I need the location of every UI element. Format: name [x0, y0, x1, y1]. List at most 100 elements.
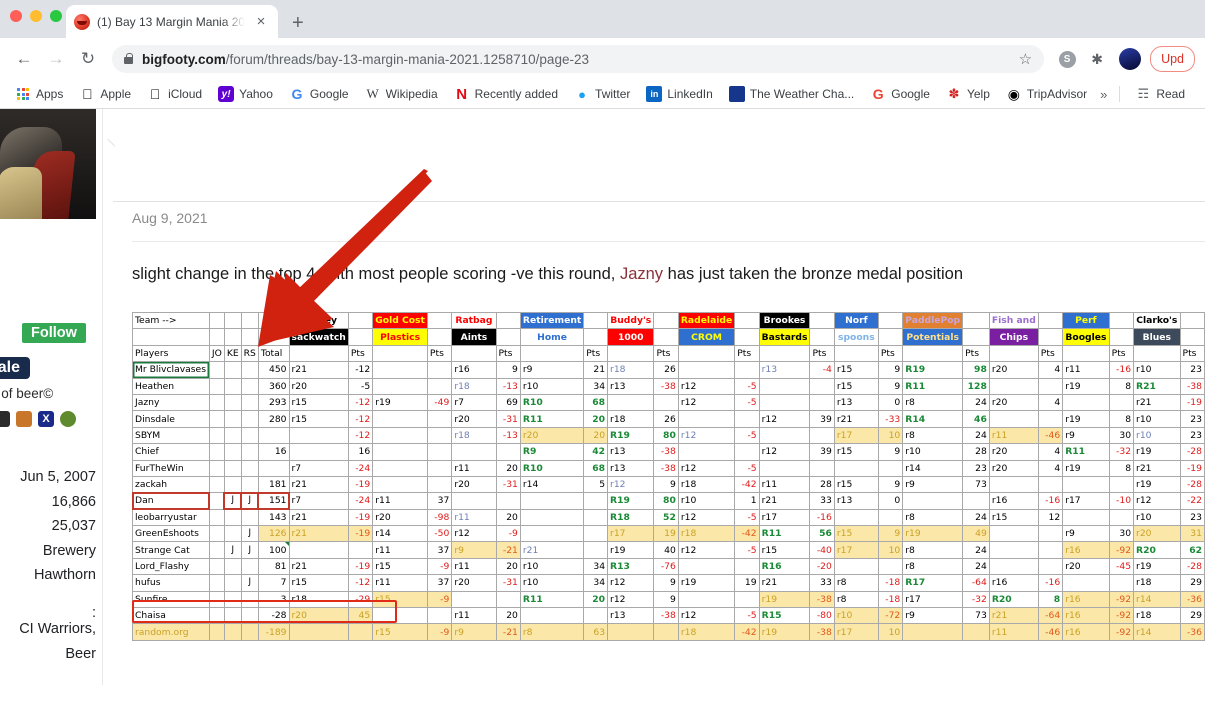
pts-cell[interactable]: 42: [583, 443, 609, 461]
pts-cell[interactable]: [962, 492, 990, 510]
total-cell[interactable]: -189: [257, 623, 290, 641]
pts-cell[interactable]: -5: [734, 607, 760, 625]
pick-cell[interactable]: r21: [288, 475, 349, 494]
total-cell[interactable]: 360: [257, 377, 290, 395]
pts-cell[interactable]: 80: [653, 426, 679, 445]
pts-cell[interactable]: -19: [347, 475, 374, 494]
pick-cell[interactable]: [288, 426, 349, 445]
pts-cell[interactable]: 9: [877, 443, 904, 461]
total-cell[interactable]: 181: [257, 475, 290, 494]
pick-cell[interactable]: r10: [519, 557, 585, 576]
pts-cell[interactable]: 69: [495, 393, 521, 412]
pts-cell[interactable]: [1108, 393, 1135, 412]
pts-cell[interactable]: 10: [877, 541, 904, 559]
pts-cell[interactable]: 10: [877, 426, 904, 445]
pts-cell[interactable]: 29: [1179, 607, 1205, 625]
pts-cell[interactable]: -46: [1037, 426, 1064, 445]
pick-cell[interactable]: [988, 557, 1039, 576]
pick-cell[interactable]: r18: [677, 623, 736, 641]
pick-cell[interactable]: r7: [451, 393, 497, 412]
pts-cell[interactable]: [877, 557, 904, 576]
pts-cell[interactable]: -76: [653, 557, 679, 576]
table-row[interactable]: Dinsdale 280 r15 -12 r20 -31 R11 20 r18 26 r12 39 r2…: [132, 410, 1205, 428]
pts-cell[interactable]: -22: [1179, 492, 1205, 510]
pick-cell[interactable]: r18: [677, 475, 736, 494]
pick-cell[interactable]: r16: [988, 574, 1039, 592]
pick-cell[interactable]: r12: [1133, 492, 1181, 510]
pick-cell[interactable]: r20: [451, 574, 497, 592]
pts-cell[interactable]: 20: [495, 459, 521, 477]
pts-cell[interactable]: 28: [809, 475, 835, 494]
browser-tab[interactable]: (1) Bay 13 Margin Mania 2021 | ×: [66, 5, 278, 38]
table-row[interactable]: SBYM -12 r18 -13 r20 20 R19 80 r12 -5 r17 10 r8 24 r11…: [132, 426, 1205, 445]
table-row[interactable]: Dan J J 151 r7 -24 r11 37 R19 80 r10 1 r21 33 r13 0 r16-…: [131, 491, 1205, 511]
address-bar[interactable]: bigfooty.com/forum/threads/bay-13-margin…: [112, 45, 1045, 73]
pts-cell[interactable]: [583, 492, 609, 510]
pick-cell[interactable]: r21: [758, 492, 811, 510]
pick-cell[interactable]: r15: [372, 623, 428, 641]
pick-cell[interactable]: R11: [758, 525, 811, 543]
flag-cell-rs[interactable]: [240, 590, 259, 609]
flag-cell-ke[interactable]: [223, 557, 242, 576]
pick-cell[interactable]: r17: [1062, 492, 1110, 510]
pts-cell[interactable]: -92: [1108, 541, 1135, 559]
pts-cell[interactable]: 39: [809, 410, 835, 428]
user-mention-jazny[interactable]: Jazny: [620, 265, 663, 283]
pick-cell[interactable]: r12: [607, 574, 655, 592]
player-name-cell[interactable]: random.org: [132, 623, 210, 641]
pick-cell[interactable]: r11: [451, 508, 497, 527]
pick-cell[interactable]: r21: [288, 525, 349, 543]
pick-cell[interactable]: [288, 541, 349, 559]
pick-cell[interactable]: [758, 377, 811, 395]
player-name-cell[interactable]: Mr Blivclavases: [132, 361, 210, 379]
pts-cell[interactable]: -42: [734, 525, 760, 543]
pick-cell[interactable]: R11: [1062, 443, 1110, 461]
pts-cell[interactable]: -49: [426, 393, 453, 412]
pts-cell[interactable]: -5: [734, 541, 760, 559]
flag-cell-rs[interactable]: [240, 508, 259, 527]
pts-cell[interactable]: -16: [1037, 574, 1064, 592]
flag-cell-jo[interactable]: [208, 361, 225, 379]
pts-cell[interactable]: 9: [877, 361, 904, 379]
pts-cell[interactable]: 4: [1037, 443, 1064, 461]
pts-cell[interactable]: -9: [426, 557, 453, 576]
pts-cell[interactable]: 52: [653, 508, 679, 527]
pick-cell[interactable]: R19: [607, 492, 655, 510]
pts-cell[interactable]: [495, 590, 521, 609]
pts-cell[interactable]: 5: [583, 475, 609, 494]
flag-cell-ke[interactable]: [223, 377, 242, 395]
pick-cell[interactable]: [372, 443, 428, 461]
pick-cell[interactable]: r20: [451, 410, 497, 428]
flag-cell-ke[interactable]: [223, 607, 242, 625]
pick-cell[interactable]: r12: [677, 377, 736, 395]
pick-cell[interactable]: r9: [902, 607, 964, 625]
pick-cell[interactable]: r20: [519, 426, 585, 445]
pick-cell[interactable]: r19: [1062, 459, 1110, 477]
pick-cell[interactable]: [677, 443, 736, 461]
pts-cell[interactable]: -24: [347, 492, 374, 510]
pick-cell[interactable]: r20: [288, 607, 349, 625]
pts-cell[interactable]: 24: [962, 541, 990, 559]
pick-cell[interactable]: r10: [519, 574, 585, 592]
pick-cell[interactable]: [519, 508, 585, 527]
pick-cell[interactable]: [677, 410, 736, 428]
pick-cell[interactable]: r15: [833, 525, 879, 543]
pts-cell[interactable]: -21: [495, 623, 521, 641]
pick-cell[interactable]: r14: [902, 459, 964, 477]
pts-cell[interactable]: [809, 426, 835, 445]
pts-cell[interactable]: [1037, 557, 1064, 576]
pts-cell[interactable]: 24: [962, 426, 990, 445]
pick-cell[interactable]: r12: [758, 443, 811, 461]
pts-cell[interactable]: -5: [734, 393, 760, 412]
pick-cell[interactable]: r20: [451, 475, 497, 494]
table-row[interactable]: zackah 181 r21 -19 r20 -31 r14 5 r12 9 r18 -42 r11 28…: [132, 475, 1205, 494]
flag-cell-ke[interactable]: [223, 475, 242, 494]
pts-cell[interactable]: -38: [653, 607, 679, 625]
flag-cell-jo[interactable]: [208, 590, 225, 609]
pts-cell[interactable]: 26: [653, 410, 679, 428]
pts-cell[interactable]: -5: [734, 377, 760, 395]
pick-cell[interactable]: r18: [1133, 574, 1181, 592]
total-cell[interactable]: 293: [257, 393, 290, 412]
pts-cell[interactable]: -92: [1108, 590, 1135, 609]
total-cell[interactable]: -28: [257, 607, 290, 625]
